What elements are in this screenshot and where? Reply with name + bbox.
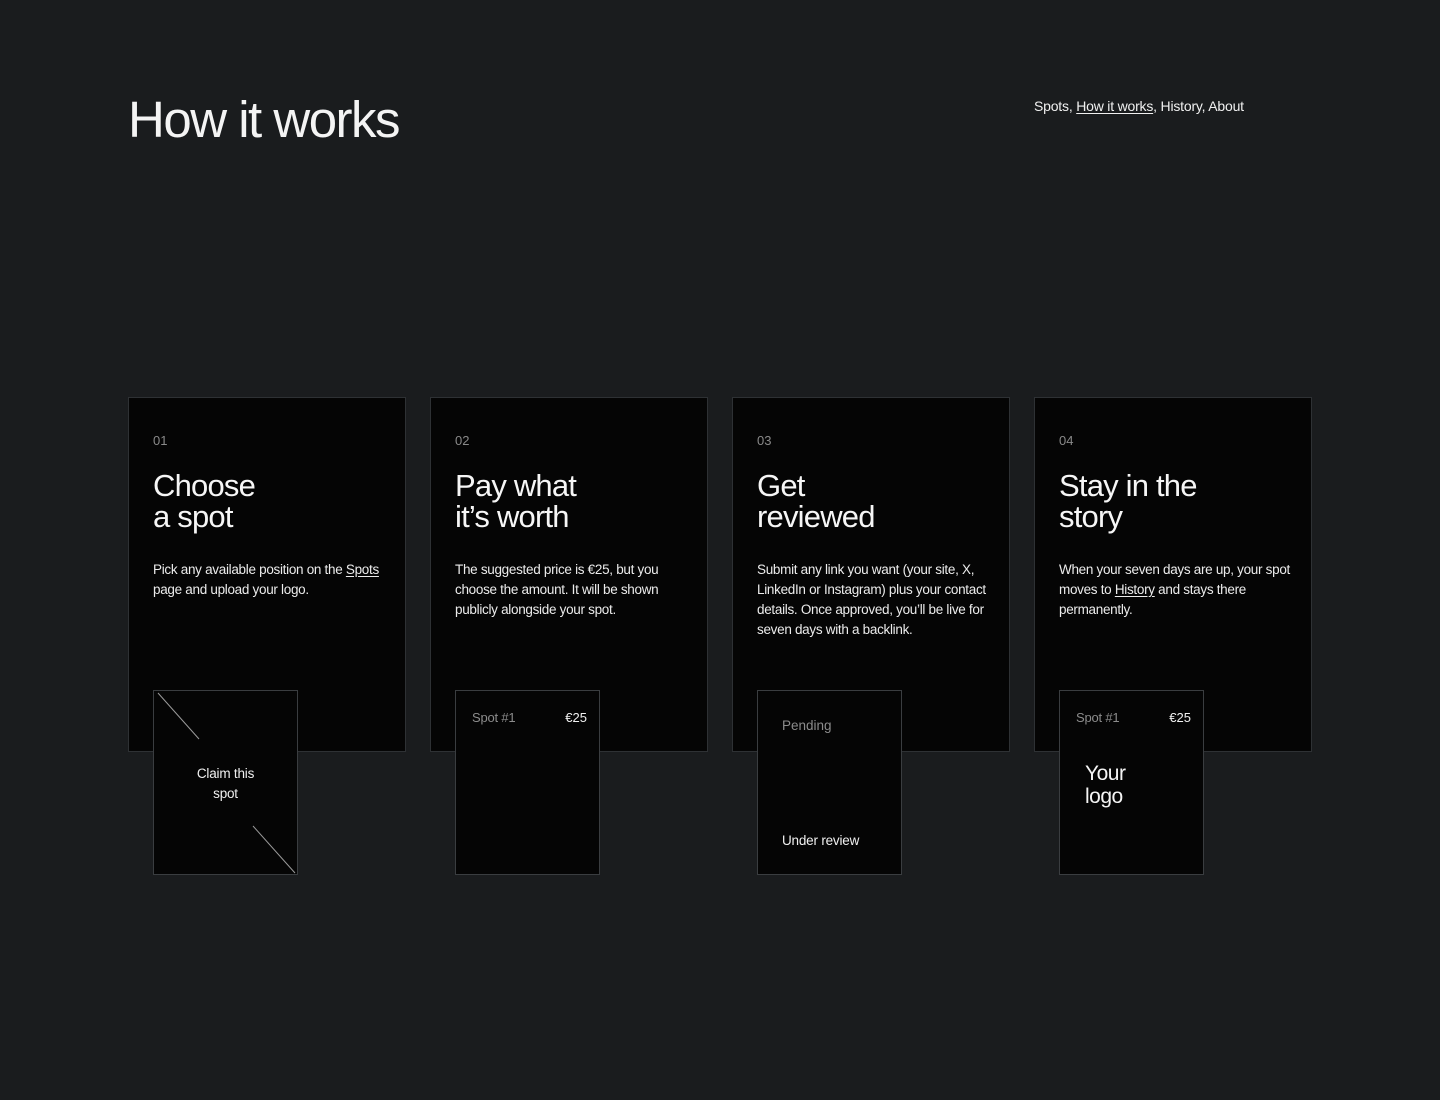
spot-label: Spot #1 <box>1076 710 1120 725</box>
logo-placeholder: Your logo <box>1085 762 1126 808</box>
history-link[interactable]: History <box>1115 582 1155 597</box>
nav-link-spots[interactable]: Spots <box>1034 98 1069 114</box>
spots-link[interactable]: Spots <box>346 562 379 577</box>
step-description: Submit any link you want (your site, X, … <box>757 562 986 637</box>
spot-price: €25 <box>1169 710 1191 725</box>
nav-link-how-it-works[interactable]: How it works <box>1076 98 1153 114</box>
logo-placeholder-line: logo <box>1085 785 1123 808</box>
step-title-line: it’s worth <box>455 499 570 534</box>
claim-spot-label: Claim this spot <box>154 764 297 804</box>
page: How it works Spots, How it works, Histor… <box>0 0 1440 1100</box>
step-title: Choose a spot <box>153 468 256 534</box>
step-title-line: Pay what <box>455 468 577 503</box>
page-title: How it works <box>128 91 401 148</box>
spot-price: €25 <box>565 710 587 725</box>
step-title-line: Choose <box>153 468 256 503</box>
step-title: Pay what it’s worth <box>455 468 577 534</box>
step-description-text: Pick any available position on the <box>153 562 346 577</box>
step-title-line: a spot <box>153 499 233 534</box>
step-number: 02 <box>455 433 470 448</box>
nav-link-history[interactable]: History <box>1161 98 1202 114</box>
step-description: The suggested price is €25, but you choo… <box>455 562 659 617</box>
step-title-line: Stay in the <box>1059 468 1197 503</box>
nav-separator: , <box>1153 98 1161 114</box>
step-number: 04 <box>1059 433 1074 448</box>
pending-status: Pending <box>782 718 832 733</box>
top-nav: Spots, How it works, History, About <box>1034 98 1244 114</box>
logo-placeholder-line: Your <box>1085 762 1126 785</box>
under-review-label: Under review <box>782 833 860 848</box>
step-description-text: page and upload your logo. <box>153 582 309 597</box>
claim-spot-line: Claim this <box>196 766 255 781</box>
step-description: Pick any available position on the Spots… <box>153 560 389 600</box>
step-title: Stay in the story <box>1059 470 1197 532</box>
nav-link-about[interactable]: About <box>1208 98 1244 114</box>
step-title-line: reviewed <box>757 499 875 534</box>
step-title-line: story <box>1059 499 1123 534</box>
claim-spot-line: spot <box>213 786 238 801</box>
step-number: 03 <box>757 433 772 448</box>
logo-spot-tile: Spot #1 €25 Your logo <box>1059 690 1204 875</box>
step-description: When your seven days are up, your spot m… <box>1059 560 1299 620</box>
spot-price-tile: Spot #1 €25 <box>455 690 600 875</box>
spot-label: Spot #1 <box>472 710 516 725</box>
pending-review-tile: Pending Under review <box>757 690 902 875</box>
step-title-line: Get <box>757 468 805 503</box>
step-title: Get reviewed <box>757 470 875 532</box>
step-number: 01 <box>153 433 168 448</box>
claim-spot-tile[interactable]: Claim this spot <box>153 690 298 875</box>
